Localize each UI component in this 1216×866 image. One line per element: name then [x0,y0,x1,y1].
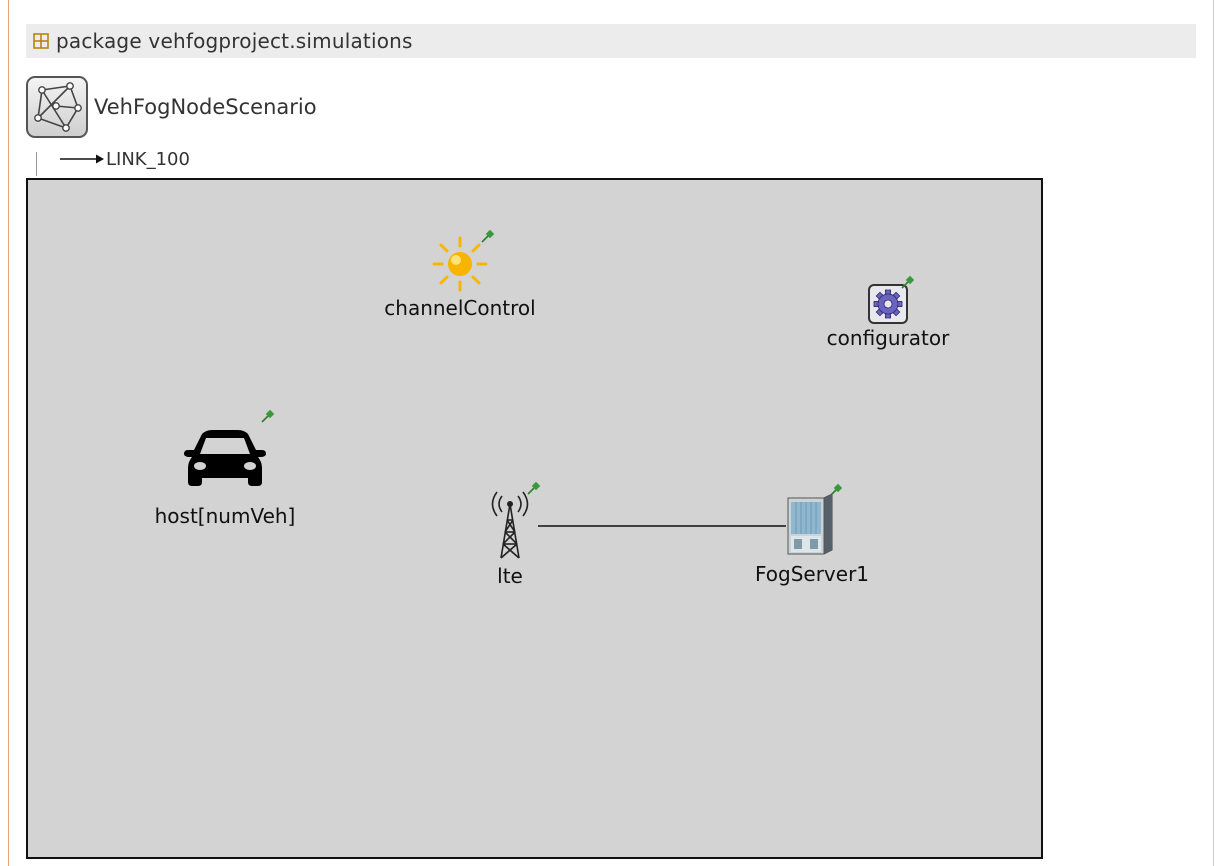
module-canvas[interactable]: channelControl configurator host[numVeh]… [26,178,1043,859]
node-label-channel-control: channelControl [384,296,536,320]
link-channel-item[interactable]: LINK_100 [60,148,190,170]
gear-icon [868,284,908,324]
pin-icon [481,229,495,243]
node-label-fog-server: FogServer1 [754,562,870,586]
antenna-tower-icon [491,491,529,559]
node-label-configurator: configurator [826,326,950,350]
pin-icon [829,483,843,497]
package-name: vehfogproject.simulations [148,29,413,53]
pin-icon [901,275,915,289]
module-name: VehFogNodeScenario [94,95,317,119]
module-header[interactable]: VehFogNodeScenario [26,76,317,138]
network-icon [26,76,88,138]
editor-left-border [8,0,9,866]
node-label-host: host[numVeh] [154,504,296,528]
pin-icon [261,409,275,423]
server-icon [787,493,833,555]
sun-icon [432,236,488,292]
editor-right-border [1213,0,1214,866]
pin-icon [527,481,541,495]
package-text: package vehfogproject.simulations [56,29,413,53]
arrow-right-icon [60,154,104,164]
link-label: LINK_100 [106,148,190,170]
package-declaration[interactable]: package vehfogproject.simulations [26,24,1196,58]
tree-connector [36,152,37,176]
car-icon [184,430,266,486]
package-icon [33,33,49,49]
package-keyword: package [56,29,142,53]
node-label-lte: lte [497,564,523,588]
